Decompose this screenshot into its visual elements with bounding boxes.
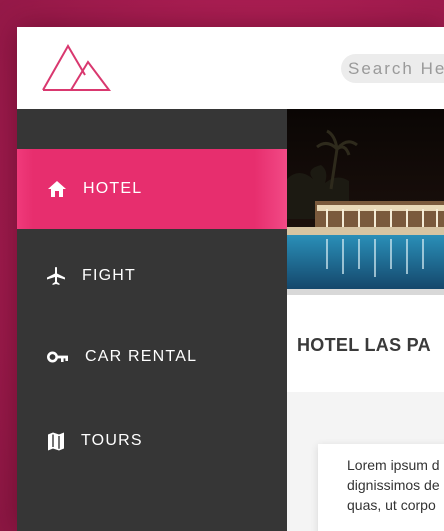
key-icon (47, 346, 69, 368)
sidebar-item-car-rental[interactable]: CAR RENTAL (17, 317, 287, 397)
sidebar-item-label: TOURS (81, 432, 143, 449)
sidebar-item-label: HOTEL (83, 180, 143, 197)
sidebar-item-tours[interactable]: TOURS (17, 401, 287, 481)
app-window: HOTEL FIGHT CAR RENTAL (17, 27, 444, 531)
home-icon (46, 178, 68, 200)
mountain-logo[interactable] (42, 44, 112, 92)
description-text: Lorem ipsum d dignissimos de quas, ut co… (347, 457, 440, 513)
header (17, 27, 444, 109)
map-icon (45, 430, 67, 452)
sidebar-item-label: CAR RENTAL (85, 348, 198, 365)
sidebar: HOTEL FIGHT CAR RENTAL TOURS (17, 109, 287, 531)
main-content: HOTEL LAS PA Lorem ipsum d dignissimos d… (287, 109, 444, 531)
sidebar-item-hotel[interactable]: HOTEL (17, 149, 287, 229)
sidebar-item-label: FIGHT (82, 267, 136, 284)
search-input[interactable] (341, 54, 444, 83)
sidebar-item-fight[interactable]: FIGHT (17, 236, 287, 316)
description-card: Lorem ipsum d dignissimos de quas, ut co… (318, 444, 444, 531)
hotel-title: HOTEL LAS PA (297, 335, 431, 355)
hotel-pool-image[interactable] (287, 109, 444, 295)
airplane-icon (45, 265, 67, 287)
